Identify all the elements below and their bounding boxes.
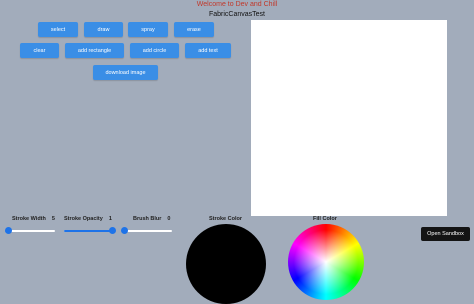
brush-blur-slider[interactable] [121,227,172,234]
add-text-button[interactable]: add text [185,43,231,58]
stroke-opacity-label-text: Stroke Opacity [64,216,103,222]
draw-button[interactable]: draw [84,22,123,37]
open-sandbox-button[interactable]: Open Sandbox [421,227,470,241]
clear-button[interactable]: clear [20,43,59,58]
brush-blur-label-text: Brush Blur [133,216,162,222]
fill-color-wheel[interactable] [288,224,364,300]
stroke-width-label: Stroke Width 5 [12,216,55,222]
add-rectangle-button[interactable]: add rectangle [65,43,124,58]
brush-blur-value: 0 [167,216,171,222]
brush-blur-label: Brush Blur 0 [133,216,170,222]
stroke-opacity-fill [64,230,112,232]
select-button[interactable]: select [38,22,78,37]
stroke-width-track [5,230,55,232]
download-image-button[interactable]: download image [93,65,158,80]
stroke-width-label-text: Stroke Width [12,216,46,222]
welcome-text: Welcome to Dev and Chill [196,1,278,8]
stroke-width-value: 5 [51,216,55,222]
stroke-color-label: Stroke Color [209,216,243,222]
brush-blur-thumb[interactable] [121,227,128,234]
stroke-color-picker[interactable] [186,224,266,304]
spray-button[interactable]: spray [128,22,168,37]
stroke-opacity-slider[interactable] [64,227,116,234]
erase-button[interactable]: erase [174,22,214,37]
fill-color-label: Fill Color [313,216,337,222]
add-circle-button[interactable]: add circle [130,43,179,58]
stroke-opacity-label: Stroke Opacity 1 [64,216,112,222]
drawing-canvas[interactable] [251,20,447,216]
brush-blur-track [124,230,172,232]
app-title: FabricCanvasTest [208,11,266,18]
stroke-width-slider[interactable] [4,227,55,234]
stroke-width-thumb[interactable] [4,227,12,234]
stroke-opacity-value: 1 [108,216,112,222]
stroke-opacity-thumb[interactable] [109,227,116,234]
